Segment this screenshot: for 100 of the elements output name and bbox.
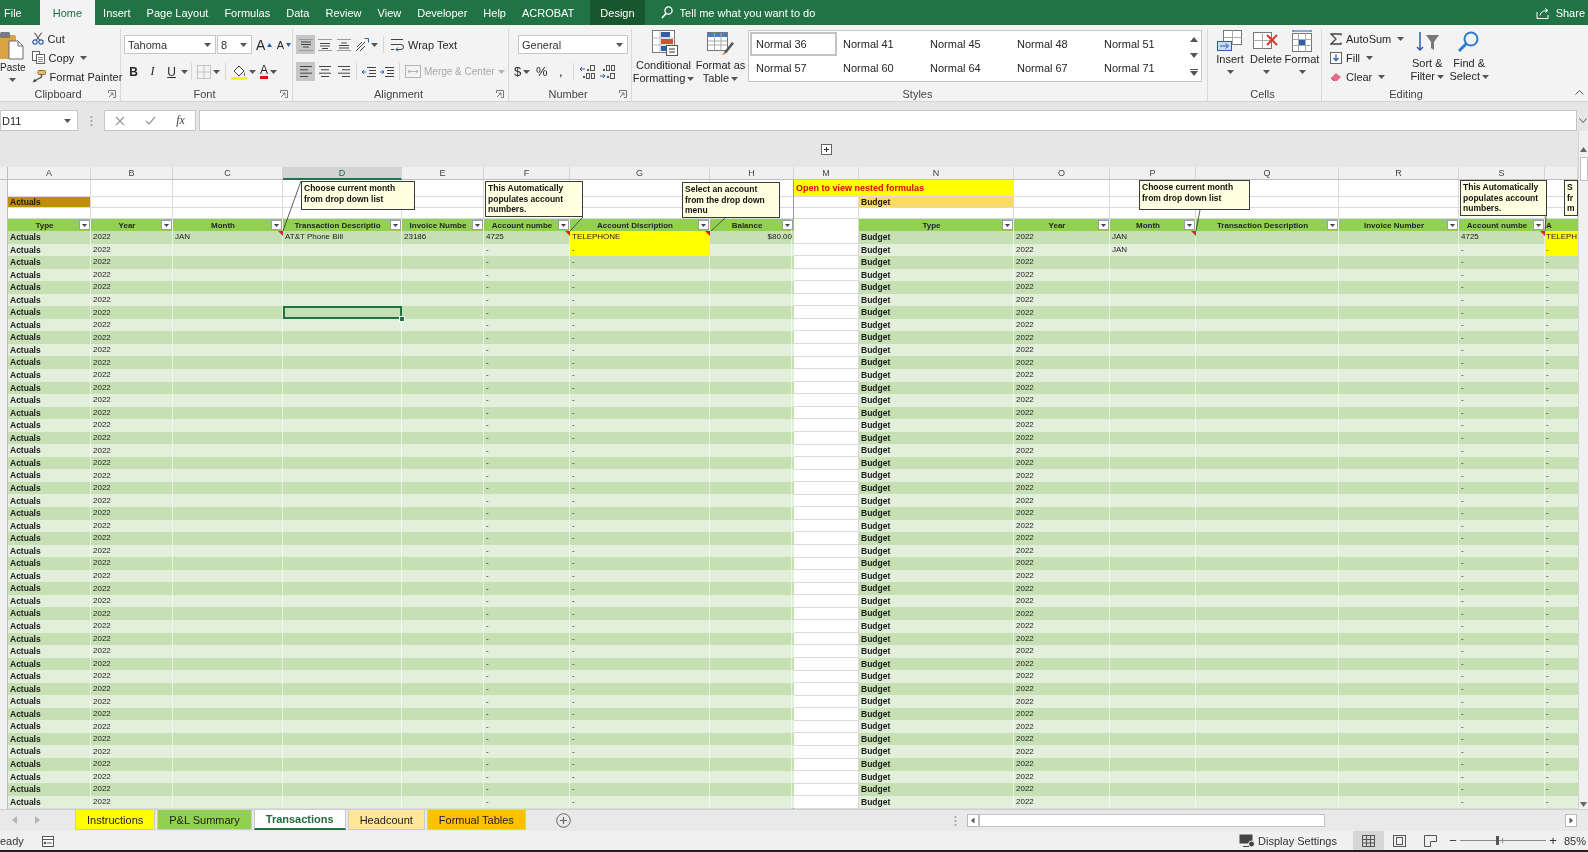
vertical-scrollbar[interactable] bbox=[1578, 131, 1588, 809]
column-header[interactable]: S bbox=[1459, 167, 1545, 180]
horizontal-align-button[interactable] bbox=[296, 62, 315, 81]
filter-dropdown-icon[interactable] bbox=[1002, 220, 1013, 230]
orientation-button[interactable] bbox=[353, 35, 380, 54]
shrink-font-button[interactable]: A bbox=[274, 35, 294, 54]
column-header[interactable]: G bbox=[570, 167, 710, 180]
scrollbar-thumb[interactable] bbox=[979, 814, 1325, 827]
fill-handle[interactable] bbox=[399, 315, 405, 322]
column-header[interactable]: C bbox=[173, 167, 283, 180]
sheet-tab[interactable]: Formual Tables bbox=[426, 810, 526, 830]
cell-style-item[interactable]: Normal 71 bbox=[1098, 56, 1185, 80]
format-button[interactable]: Format bbox=[1285, 29, 1319, 78]
percent-button[interactable]: % bbox=[532, 62, 552, 81]
ribbon-tab[interactable]: Design bbox=[590, 0, 645, 25]
dialog-launcher-icon[interactable] bbox=[108, 90, 116, 98]
filter-dropdown-icon[interactable] bbox=[698, 220, 709, 230]
cell-style-item[interactable]: Normal 64 bbox=[924, 56, 1011, 80]
caret-icon[interactable] bbox=[181, 69, 188, 74]
selected-cell[interactable] bbox=[283, 306, 402, 319]
font-size-select[interactable]: 8 bbox=[217, 35, 252, 54]
dialog-launcher-icon[interactable] bbox=[496, 90, 504, 98]
vertical-align-button[interactable] bbox=[296, 35, 315, 54]
copy-button[interactable]: Copy bbox=[28, 48, 126, 67]
filter-dropdown-icon[interactable] bbox=[161, 220, 172, 230]
check-icon[interactable] bbox=[145, 116, 157, 125]
increase-decimal-button[interactable] bbox=[577, 62, 598, 81]
scroll-right-icon[interactable] bbox=[1565, 814, 1577, 827]
column-header[interactable]: P bbox=[1110, 167, 1196, 180]
scroll-down-icon[interactable] bbox=[1189, 52, 1198, 58]
more-icon[interactable] bbox=[1189, 68, 1198, 76]
dialog-launcher-icon[interactable] bbox=[280, 90, 288, 98]
ribbon-tab[interactable]: View bbox=[369, 0, 410, 25]
paste-button[interactable]: Paste bbox=[0, 29, 26, 82]
find-select-button[interactable]: Find & Select bbox=[1447, 29, 1492, 83]
display-settings-button[interactable]: Display Settings bbox=[1239, 833, 1337, 848]
filter-dropdown-icon[interactable] bbox=[782, 220, 793, 230]
column-header[interactable]: O bbox=[1014, 167, 1110, 180]
filter-dropdown-icon[interactable] bbox=[1447, 220, 1458, 230]
sheet-tab[interactable]: Instructions bbox=[75, 810, 156, 830]
cell-style-item[interactable]: Normal 57 bbox=[750, 56, 837, 80]
column-header[interactable]: E bbox=[402, 167, 484, 180]
cancel-icon[interactable] bbox=[115, 115, 126, 126]
ribbon-tab[interactable]: Page Layout bbox=[138, 0, 217, 25]
bold-button[interactable]: B bbox=[124, 62, 143, 81]
cell-style-item[interactable]: Normal 36 bbox=[750, 32, 837, 56]
grow-font-button[interactable]: A bbox=[254, 35, 275, 54]
fill-button[interactable]: Fill bbox=[1327, 48, 1408, 67]
currency-button[interactable]: $ bbox=[512, 62, 533, 81]
underline-button[interactable]: U bbox=[162, 62, 181, 81]
zoom-out-button[interactable]: − bbox=[1447, 833, 1458, 848]
cell-style-item[interactable]: Normal 48 bbox=[1011, 32, 1098, 56]
ribbon-tab[interactable]: Home bbox=[39, 0, 96, 25]
cell-style-item[interactable]: Normal 51 bbox=[1098, 32, 1185, 56]
sort-filter-button[interactable]: Sort & Filter bbox=[1407, 29, 1448, 83]
zoom-in-button[interactable]: + bbox=[1547, 833, 1558, 848]
italic-button[interactable]: I bbox=[143, 62, 162, 81]
borders-button[interactable] bbox=[195, 62, 222, 81]
dialog-launcher-icon[interactable] bbox=[619, 90, 627, 98]
filter-dropdown-icon[interactable] bbox=[271, 220, 282, 230]
zoom-percent[interactable]: 85% bbox=[1563, 834, 1586, 847]
font-family-select[interactable]: Tahoma bbox=[124, 35, 216, 54]
filter-dropdown-icon[interactable] bbox=[1533, 220, 1544, 230]
number-format-select[interactable]: General bbox=[518, 35, 628, 54]
macro-record-icon[interactable] bbox=[41, 834, 54, 847]
cell-style-item[interactable]: Normal 60 bbox=[837, 56, 924, 80]
clear-button[interactable]: Clear bbox=[1327, 67, 1408, 86]
cell-style-item[interactable]: Normal 41 bbox=[837, 32, 924, 56]
collapse-icon[interactable] bbox=[1575, 89, 1584, 95]
column-header[interactable]: H bbox=[710, 167, 794, 180]
comma-button[interactable]: , bbox=[551, 62, 571, 81]
ribbon-tab[interactable]: ACROBAT bbox=[513, 0, 583, 25]
search-field[interactable]: Tell me what you want to do bbox=[679, 6, 850, 19]
insert-function-button[interactable]: fx bbox=[176, 113, 185, 128]
scroll-left-icon[interactable] bbox=[967, 814, 979, 827]
add-sheet-icon[interactable] bbox=[555, 813, 571, 828]
filter-dropdown-icon[interactable] bbox=[1098, 220, 1109, 230]
filter-dropdown-icon[interactable] bbox=[472, 220, 483, 230]
ribbon-tab[interactable]: Help bbox=[475, 0, 514, 25]
cell-style-item[interactable]: Normal 45 bbox=[924, 32, 1011, 56]
plus-icon[interactable] bbox=[821, 143, 832, 155]
column-header[interactable]: Q bbox=[1196, 167, 1339, 180]
decrease-decimal-button[interactable] bbox=[597, 62, 618, 81]
view-button[interactable] bbox=[1352, 831, 1384, 850]
slider-thumb[interactable] bbox=[1495, 836, 1499, 845]
column-header[interactable]: M bbox=[794, 167, 859, 180]
name-box[interactable]: D11 bbox=[0, 110, 78, 131]
share-button[interactable]: Share bbox=[1535, 0, 1588, 25]
expand-icon[interactable] bbox=[1579, 118, 1587, 123]
column-header[interactable]: R bbox=[1339, 167, 1459, 180]
scroll-up-icon[interactable] bbox=[1580, 147, 1587, 152]
sheet-tab[interactable]: Transactions bbox=[253, 810, 346, 830]
ribbon-tab[interactable]: File bbox=[0, 0, 40, 25]
font-color-button[interactable]: A bbox=[258, 62, 279, 81]
cut-button[interactable]: Cut bbox=[28, 29, 126, 48]
filter-dropdown-icon[interactable] bbox=[390, 220, 401, 230]
ribbon-tab[interactable]: Data bbox=[278, 0, 318, 25]
conditional-formatting-button[interactable]: Conditional Formatting bbox=[632, 29, 695, 85]
sheet-tab[interactable]: P&L Summary bbox=[157, 810, 252, 830]
format-as-table-button[interactable]: Format as Table bbox=[695, 29, 746, 85]
